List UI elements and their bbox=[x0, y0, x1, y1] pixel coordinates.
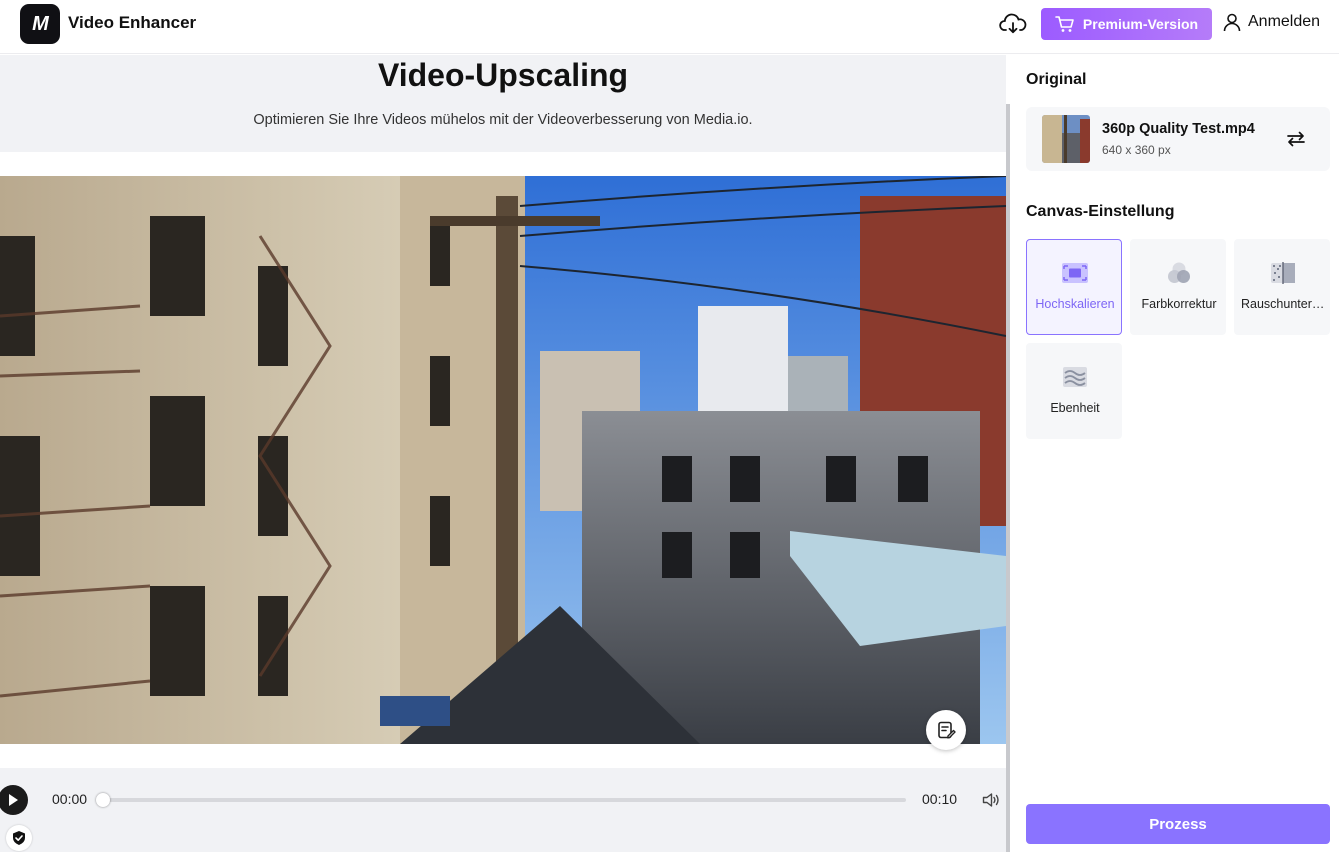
tool-label: Ebenheit bbox=[1050, 401, 1100, 415]
premium-label: Premium-Version bbox=[1082, 16, 1199, 32]
color-correction-icon bbox=[1168, 262, 1190, 283]
tool-upscale[interactable]: Hochskalieren bbox=[1026, 239, 1122, 335]
replace-file-icon[interactable] bbox=[1284, 127, 1308, 151]
user-icon bbox=[1223, 13, 1241, 32]
play-icon bbox=[9, 794, 18, 806]
tool-color-correction[interactable]: Farbkorrektur bbox=[1130, 239, 1226, 335]
file-card: 360p Quality Test.mp4 640 x 360 px bbox=[1026, 107, 1330, 171]
main-area: Video-Upscaling Optimieren Sie Ihre Vide… bbox=[0, 55, 1006, 852]
app-logo[interactable]: M bbox=[20, 4, 60, 44]
premium-button[interactable]: Premium-Version bbox=[1041, 8, 1212, 40]
top-bar: M Video Enhancer Premium-Version Anmelde… bbox=[0, 0, 1339, 54]
shield-check-icon bbox=[13, 831, 25, 845]
progress-thumb[interactable] bbox=[96, 793, 110, 807]
cart-icon bbox=[1055, 16, 1074, 32]
process-button[interactable]: Prozess bbox=[1026, 804, 1330, 844]
play-button[interactable] bbox=[0, 785, 28, 815]
file-name: 360p Quality Test.mp4 bbox=[1102, 121, 1255, 137]
tool-smoothness[interactable]: Ebenheit bbox=[1026, 343, 1122, 439]
login-label: Anmelden bbox=[1248, 13, 1321, 30]
page-subtitle: Optimieren Sie Ihre Videos mühelos mit d… bbox=[253, 112, 753, 128]
player-controls: 00:00 00:10 bbox=[0, 768, 1006, 852]
page-title: Video-Upscaling bbox=[377, 57, 629, 93]
video-frame[interactable] bbox=[0, 176, 1006, 744]
video-preview-area bbox=[0, 152, 1006, 768]
progress-track[interactable] bbox=[101, 798, 906, 802]
denoise-icon bbox=[1271, 262, 1295, 284]
login-button[interactable]: Anmelden bbox=[1222, 12, 1320, 32]
file-dimensions: 640 x 360 px bbox=[1102, 143, 1171, 157]
tool-denoise[interactable]: Rauschunterdrückung bbox=[1234, 239, 1331, 335]
security-badge[interactable] bbox=[6, 825, 32, 851]
logo-mark: M bbox=[32, 12, 49, 35]
smoothness-icon bbox=[1063, 367, 1087, 387]
duration-time: 00:10 bbox=[922, 791, 958, 807]
volume-icon[interactable] bbox=[982, 792, 1000, 808]
current-time: 00:00 bbox=[52, 791, 88, 807]
cloud-download-icon[interactable] bbox=[999, 12, 1027, 36]
tool-label: Hochskalieren bbox=[1035, 297, 1115, 311]
app-title[interactable]: Video Enhancer bbox=[68, 13, 196, 33]
upscale-icon bbox=[1062, 263, 1088, 283]
tool-label: Farbkorrektur bbox=[1141, 297, 1217, 311]
original-heading: Original bbox=[1026, 71, 1087, 88]
canvas-heading: Canvas-Einstellung bbox=[1026, 203, 1175, 220]
file-thumbnail bbox=[1042, 115, 1090, 163]
settings-panel: Original 360p Quality Test.mp4 640 x 360… bbox=[1010, 55, 1339, 852]
edit-note-button[interactable] bbox=[926, 710, 966, 750]
edit-note-icon bbox=[938, 721, 956, 739]
tool-label: Rauschunterdrückung bbox=[1241, 297, 1331, 311]
